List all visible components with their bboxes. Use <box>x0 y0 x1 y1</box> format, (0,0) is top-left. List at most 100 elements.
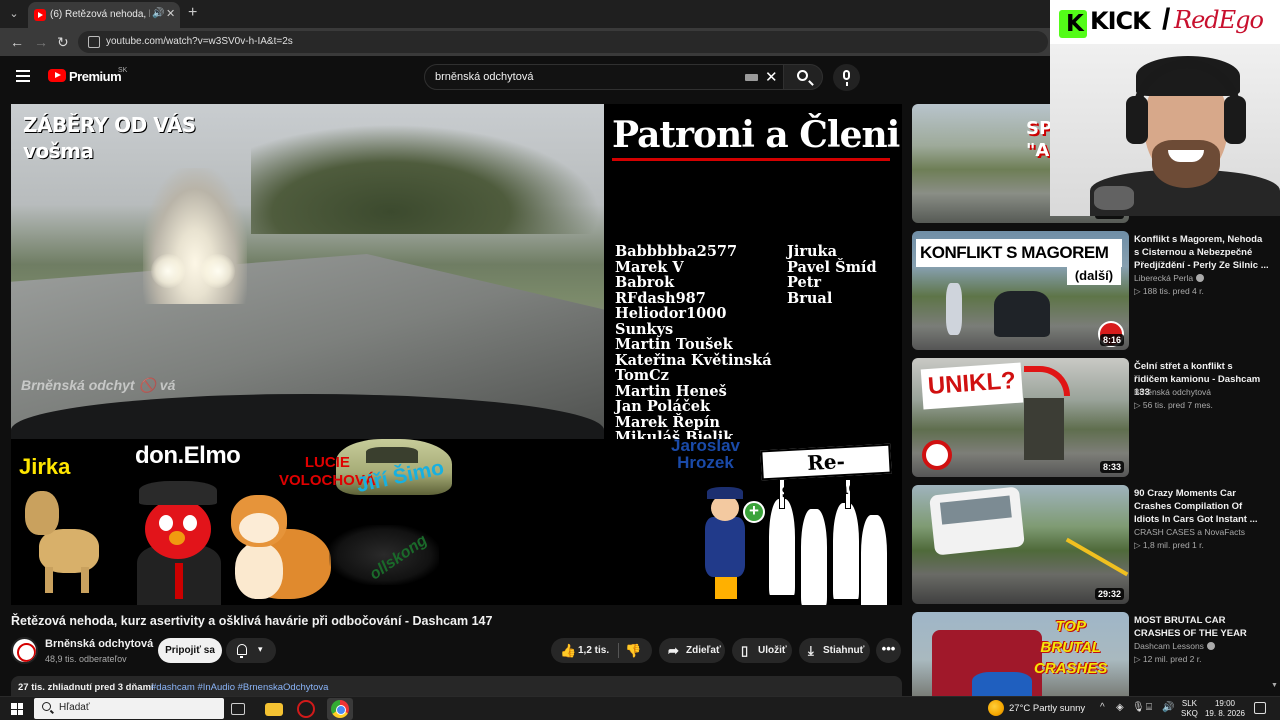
scroll-down-icon[interactable]: ▼ <box>1271 682 1278 689</box>
thumbnail-bus <box>929 486 1025 556</box>
language-bottom: SKQ <box>1181 709 1198 718</box>
system-clock[interactable]: 19:00 19. 8. 2026 <box>1204 699 1246 719</box>
related-video-item[interactable]: UNIKL? 8:33 Čelní střet a konflikt s řid… <box>912 358 1280 480</box>
play-icon: ▷ <box>1134 654 1143 664</box>
search-box[interactable]: brněnská odchytová ✕ <box>424 64 784 90</box>
input-language[interactable]: SLK SKQ <box>1181 699 1198 719</box>
supporter-label-jaroslav: Jaroslav Hrozek <box>671 436 740 472</box>
url-field[interactable]: youtube.com/watch?v=w3SV0v-h-IA&t=2s <box>78 31 1048 53</box>
join-button[interactable]: Pripojiť sa <box>158 638 222 663</box>
channel-avatar[interactable] <box>11 637 38 664</box>
prohibition-sign-icon <box>922 440 952 470</box>
channel-name-text: Liberecká Perla <box>1134 273 1194 283</box>
youtube-logo-icon[interactable] <box>48 69 66 82</box>
conductor-legs <box>715 577 737 599</box>
related-video-thumbnail[interactable]: TOP BRUTAL CRASHES <box>912 612 1129 696</box>
elmo-tie <box>175 563 183 599</box>
related-video-thumbnail[interactable]: 29:32 <box>912 485 1129 604</box>
related-video-channel[interactable]: Brněnská odchytová <box>1134 387 1211 397</box>
chrome-icon[interactable] <box>331 700 349 718</box>
elmo-face <box>145 499 211 559</box>
notifications-button[interactable]: ▾ <box>226 638 276 663</box>
protester-figure <box>859 513 889 605</box>
related-video-channel[interactable]: Liberecká Perla <box>1134 273 1205 283</box>
thumbnail-car <box>972 672 1032 696</box>
thumbnail-banner: UNIKL? <box>920 362 1024 410</box>
thumbs-down-icon[interactable]: 👎 <box>625 638 641 663</box>
share-button[interactable]: ➦ Zdieľať <box>659 638 725 663</box>
clock-date: 19. 8. 2026 <box>1204 709 1246 718</box>
notifications-icon[interactable] <box>1254 702 1266 714</box>
description-box[interactable]: 27 tis. zhliadnutí pred 3 dňami #dashcam… <box>11 676 902 696</box>
task-view-icon[interactable] <box>231 703 245 715</box>
download-label: Stiahnuť <box>823 645 865 656</box>
headphone-right <box>1224 96 1246 144</box>
related-video-channel[interactable]: CRASH CASES a NovaFacts <box>1134 527 1245 537</box>
like-count[interactable]: 1,2 tis. <box>578 638 609 663</box>
kick-logo-icon <box>1059 10 1087 38</box>
conductor-cap <box>707 487 743 499</box>
protester-figure <box>831 501 861 601</box>
resistance-banner-text: Re-sistance <box>780 449 874 503</box>
elmo-gangster-illustration <box>131 479 223 605</box>
tab-audio-icon[interactable]: 🔊 <box>152 8 164 19</box>
submitted-footage-caption: ZÁBĚRY OD VÁS vošma <box>23 113 196 163</box>
tab-search-menu-icon[interactable]: ⌄ <box>4 4 24 24</box>
related-video-thumbnail[interactable]: KONFLIKT S MAGOREM (další) 8:16 <box>912 231 1129 350</box>
menu-hamburger-icon[interactable] <box>16 70 30 82</box>
search-button[interactable] <box>783 64 823 90</box>
thumbs-up-icon[interactable]: 👍 <box>560 638 576 663</box>
thumbnail-car <box>994 291 1050 337</box>
search-input[interactable]: brněnská odchytová <box>435 71 533 83</box>
elmo-nose <box>169 531 185 545</box>
related-video-title[interactable]: Konflikt s Magorem, Nehoda s Cisternou a… <box>1134 233 1269 272</box>
page-scrollbar[interactable] <box>1270 216 1280 696</box>
tray-app-icon[interactable]: ◈ <box>1116 702 1124 713</box>
more-actions-button[interactable]: ••• <box>876 638 901 663</box>
voice-search-button[interactable] <box>833 64 860 91</box>
elmo-hat <box>139 481 217 505</box>
browser-tab-active[interactable]: (6) Řetězová nehoda, kurz a 🔊 ✕ <box>28 2 180 28</box>
download-icon: ⤓ <box>808 643 814 658</box>
verified-icon <box>1196 274 1205 282</box>
related-video-channel[interactable]: Dashcam Lessons <box>1134 641 1215 651</box>
microphone-tray-icon[interactable]: 🎙 <box>1132 702 1145 713</box>
windows-start-icon[interactable] <box>11 703 23 715</box>
related-video-item[interactable]: KONFLIKT S MAGOREM (další) 8:16 Konflikt… <box>912 231 1280 353</box>
headlight-right <box>201 254 235 288</box>
play-icon: ▷ <box>1134 400 1143 410</box>
forward-arrow-icon[interactable]: → <box>34 34 48 50</box>
related-video-thumbnail[interactable]: UNIKL? 8:33 <box>912 358 1129 477</box>
video-player[interactable]: ZÁBĚRY OD VÁS vošma Brněnská odchyt 🚫 vá… <box>11 104 902 605</box>
related-video-item[interactable]: TOP BRUTAL CRASHES MOST BRUTAL CAR CRASH… <box>912 612 1280 696</box>
download-button[interactable]: ⤓ Stiahnuť <box>799 638 870 663</box>
hashtags[interactable]: #dashcam #InAudio #BrnenskaOdchytova <box>151 682 328 693</box>
stream-brand-bar: KICK / RedEgo <box>1050 0 1280 44</box>
network-icon[interactable]: ⌸ <box>1146 702 1152 713</box>
video-duration: 8:33 <box>1099 461 1124 473</box>
file-explorer-icon[interactable] <box>265 703 283 716</box>
tray-chevron-up-icon[interactable]: ^ <box>1100 702 1105 713</box>
conductor-coat <box>705 517 745 577</box>
weather-text[interactable]: 27°C Partly sunny <box>1009 703 1085 714</box>
keyboard-icon[interactable] <box>745 74 758 81</box>
clear-search-icon[interactable]: ✕ <box>765 68 778 86</box>
weather-sun-icon[interactable] <box>988 700 1004 716</box>
back-arrow-icon[interactable]: ← <box>10 34 24 50</box>
related-video-title[interactable]: 90 Crazy Moments Car Crashes Compilation… <box>1134 487 1269 526</box>
share-arrow-icon: ➦ <box>668 643 679 658</box>
reload-icon[interactable]: ↻ <box>57 34 69 51</box>
region-code: SK <box>118 67 128 74</box>
related-video-item[interactable]: 29:32 90 Crazy Moments Car Crashes Compi… <box>912 485 1280 607</box>
new-tab-button[interactable]: + <box>188 4 197 22</box>
site-info-icon[interactable] <box>88 36 100 48</box>
recording-app-icon[interactable] <box>297 700 315 718</box>
related-video-title[interactable]: MOST BRUTAL CAR CRASHES OF THE YEAR <box>1134 614 1269 640</box>
volume-icon[interactable]: 🔊 <box>1162 702 1174 713</box>
conductor-illustration <box>689 479 769 601</box>
channel-name[interactable]: Brněnská odchytová <box>45 638 153 650</box>
taskbar-search[interactable]: Hľadať <box>34 698 224 719</box>
save-button[interactable]: ▯ Uložiť <box>732 638 792 663</box>
youtube-premium-logo-text[interactable]: Premium <box>69 69 122 84</box>
tab-close-icon[interactable]: ✕ <box>166 7 175 20</box>
